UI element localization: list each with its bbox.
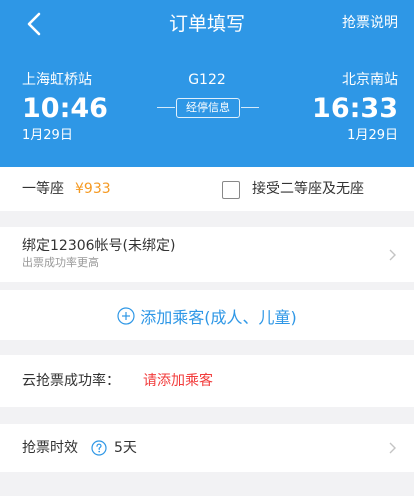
question-mark-icon[interactable] [91,440,107,456]
plus-circle-icon [117,307,135,325]
arrival-station: 北京南站 [342,72,398,88]
chevron-right-icon [388,442,396,454]
validity-row[interactable]: 抢票时效 5天 [0,424,414,472]
grab-ticket-info-link[interactable]: 抢票说明 [342,12,398,34]
add-passenger-button[interactable]: 添加乘客(成人、儿童) [0,306,414,327]
bind-account-row[interactable]: 绑定12306帐号(未绑定) 出票成功率更高 [0,227,414,282]
bind-account-subtitle: 出票成功率更高 [22,256,99,269]
accept-other-seats-checkbox[interactable] [222,181,240,199]
seat-price: ¥933 [75,181,111,197]
arrival-date: 1月29日 [347,128,398,143]
departure-time: 10:46 [22,93,108,124]
divider-right [241,107,259,108]
trip-header: 订单填写 抢票说明 上海虹桥站 10:46 1月29日 G122 经停信息 北京… [0,0,414,167]
add-passenger-row: 添加乘客(成人、儿童) [0,290,414,340]
validity-value: 5天 [114,440,137,456]
stops-info-button[interactable]: 经停信息 [157,98,259,118]
bind-account-title: 绑定12306帐号(未绑定) [22,238,176,254]
arrival-time: 16:33 [312,93,398,124]
accept-other-seats-label[interactable]: 接受二等座及无座 [252,180,364,198]
add-passenger-label: 添加乘客(成人、儿童) [140,308,297,327]
divider-left [157,107,175,108]
success-rate-value: 请添加乘客 [143,373,213,389]
success-rate-label: 云抢票成功率： [22,373,120,389]
success-rate-row: 云抢票成功率： 请添加乘客 [0,355,414,407]
chevron-right-icon [388,249,396,261]
seat-row: 一等座 ¥933 接受二等座及无座 [0,167,414,211]
stops-info-label: 经停信息 [176,98,240,118]
departure-date: 1月29日 [22,128,73,143]
seat-class: 一等座 [22,181,64,197]
validity-label: 抢票时效 [22,440,78,456]
